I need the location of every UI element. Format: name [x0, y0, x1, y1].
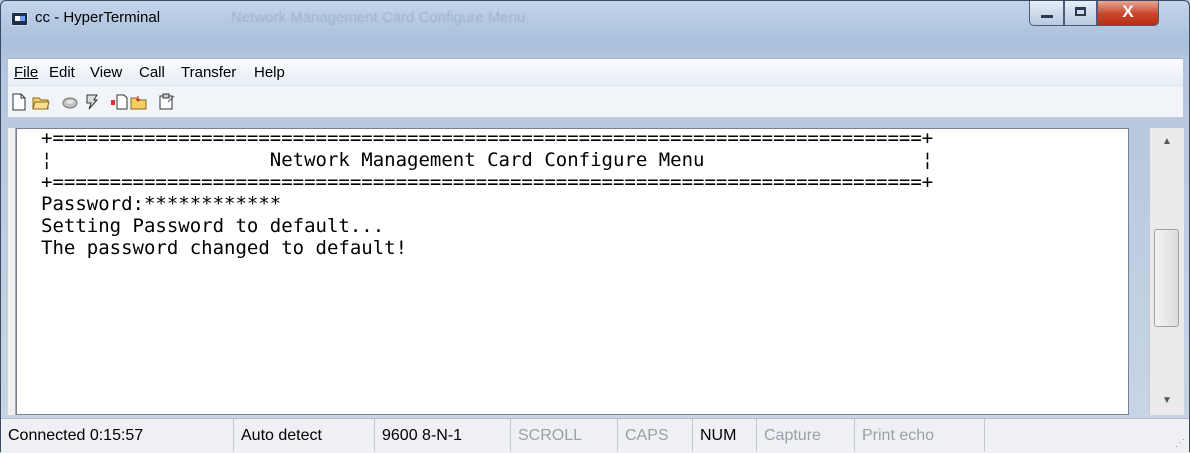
status-port-settings: 9600 8-N-1	[375, 419, 511, 452]
background-window-title: Network Management Card Configure Menu	[231, 9, 526, 26]
disconnect-icon[interactable]	[61, 93, 79, 111]
status-bar: Connected 0:15:57 Auto detect 9600 8-N-1…	[1, 418, 1189, 453]
maximize-button[interactable]	[1064, 1, 1097, 26]
minimize-button[interactable]	[1029, 1, 1064, 26]
status-scroll: SCROLL	[511, 419, 618, 452]
menu-transfer[interactable]: Transfer	[181, 64, 236, 81]
close-icon: X	[1122, 2, 1134, 21]
terminal-output: +=======================================…	[41, 128, 934, 259]
terminal-line: Setting Password to default...	[41, 215, 385, 237]
scroll-down-arrow-icon[interactable]: ▼	[1150, 387, 1184, 415]
menu-transfer-label: Transfer	[181, 64, 237, 81]
status-caps: CAPS	[618, 419, 693, 452]
maximize-icon	[1075, 7, 1086, 16]
dial-icon[interactable]	[83, 93, 101, 111]
send-icon[interactable]	[110, 93, 128, 111]
scrollbar-track[interactable]: ▲ ▼	[1149, 128, 1184, 415]
receive-icon[interactable]	[130, 93, 148, 111]
window-title: cc - HyperTerminal	[35, 9, 161, 26]
menu-bar: File Edit View Call Transfer Help	[8, 58, 1183, 87]
menu-view[interactable]: View	[90, 64, 122, 81]
resize-grip-icon[interactable]: ⋰	[1175, 438, 1185, 449]
menu-edit[interactable]: Edit	[49, 64, 75, 81]
scroll-up-arrow-icon[interactable]: ▲	[1150, 128, 1184, 156]
title-bar[interactable]: cc - HyperTerminal Network Management Ca…	[1, 1, 1189, 57]
status-num: NUM	[693, 419, 757, 452]
new-icon[interactable]	[10, 93, 28, 111]
menu-call[interactable]: Call	[139, 64, 165, 81]
menu-edit-label: Edit	[49, 64, 75, 81]
terminal-screen[interactable]: +=======================================…	[16, 128, 1129, 415]
close-button[interactable]: X	[1097, 1, 1159, 26]
vertical-scrollbar[interactable]: ▲ ▼	[1132, 128, 1184, 415]
scrollbar-thumb[interactable]	[1154, 229, 1179, 327]
terminal-line: ¦ Network Management Card Configure Menu…	[41, 149, 934, 171]
menu-view-label: View	[90, 64, 123, 81]
terminal-line: Password:************	[41, 193, 282, 215]
status-capture: Capture	[757, 419, 855, 452]
terminal-line: +=======================================…	[41, 128, 934, 149]
terminal-line: +=======================================…	[41, 171, 934, 193]
menu-help[interactable]: Help	[254, 64, 285, 81]
menu-call-label: Call	[139, 64, 165, 81]
hyperterminal-icon[interactable]	[11, 12, 28, 26]
menu-help-label: Help	[254, 64, 285, 81]
minimize-icon	[1041, 15, 1053, 18]
menu-file-label: File	[14, 64, 39, 81]
left-frame	[8, 128, 16, 415]
terminal-line: The password changed to default!	[41, 237, 408, 259]
hyperterminal-window: cc - HyperTerminal Network Management Ca…	[0, 0, 1190, 453]
menu-file[interactable]: File	[14, 64, 38, 81]
properties-icon[interactable]	[158, 93, 176, 111]
open-icon[interactable]	[32, 93, 50, 111]
toolbar	[8, 87, 1183, 118]
status-detect: Auto detect	[234, 419, 375, 452]
status-print-echo: Print echo	[855, 419, 985, 452]
status-connected: Connected 0:15:57	[1, 419, 234, 452]
